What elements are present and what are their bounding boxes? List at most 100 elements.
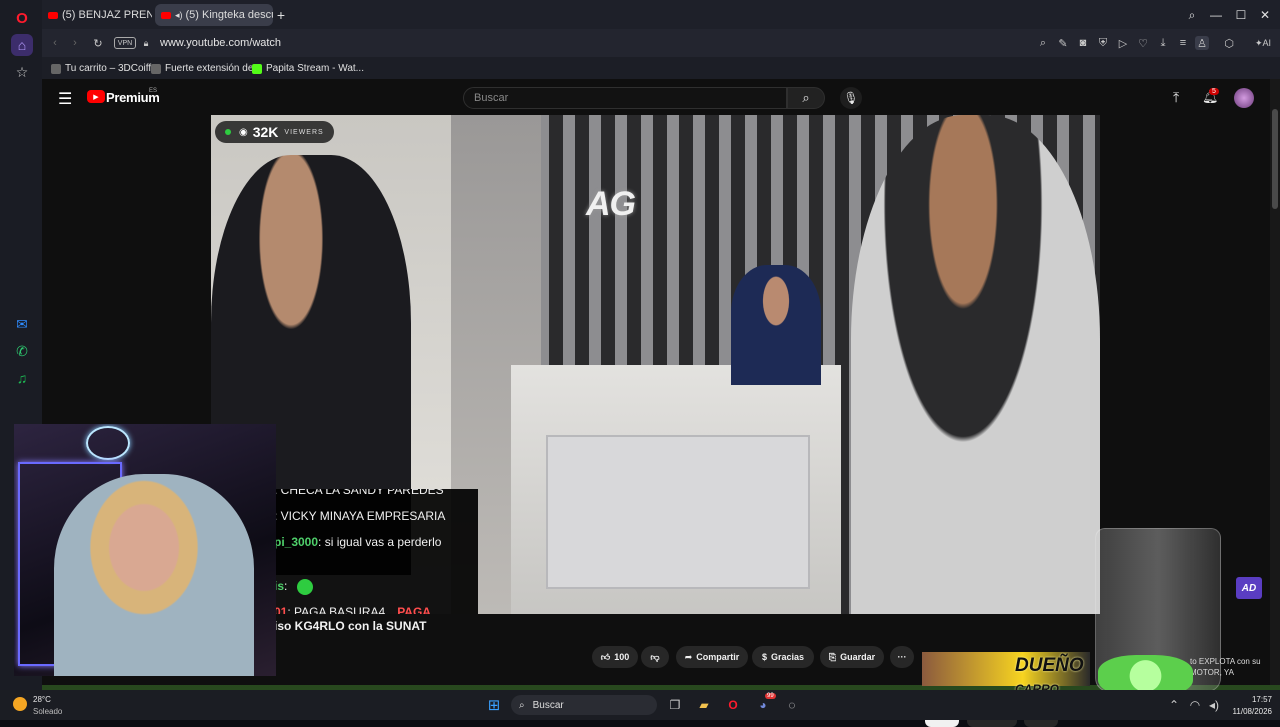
taskbar-search-label: Buscar [532, 699, 564, 711]
tab-search-icon[interactable]: ⌕ [1183, 6, 1201, 24]
profile-icon[interactable]: ♙ [1195, 36, 1209, 50]
tab-label: (5) Kingteka descubre [185, 9, 273, 21]
channel-watermark-badge[interactable]: AD [1236, 577, 1262, 599]
camera-icon[interactable]: ◙ [1076, 36, 1090, 50]
discord-icon[interactable]: ◕ [755, 697, 771, 713]
avatar[interactable] [1234, 88, 1254, 108]
ai-button[interactable]: ✦ AI [1250, 36, 1276, 50]
youtube-favicon-icon [161, 11, 171, 19]
menu-lines-icon[interactable]: ≡ [1176, 36, 1190, 50]
bookmark-carrito[interactable]: Tu carrito – 3DCoiff... [51, 61, 159, 76]
voice-search-button[interactable]: 🎙︎ [840, 87, 862, 109]
windows-taskbar: 28°C Soleado ⊞ ⌕ Buscar ❐ ▰ O ◕ 99 ◌ ⌃ ◠ … [0, 690, 1280, 720]
share-icon: ➦ [684, 651, 693, 662]
globe-emote-icon [297, 579, 314, 595]
bookmark-extension[interactable]: Fuerte extensión de... [151, 61, 262, 76]
chat-username: pi_3000 [274, 535, 319, 549]
app-icon[interactable]: ◌ [784, 697, 800, 713]
thumbnail-title-line: DUEÑO [1015, 655, 1084, 676]
upload-icon[interactable]: ⤒ [1173, 89, 1179, 106]
opera-taskbar-icon[interactable]: O [725, 697, 741, 713]
weather-temp[interactable]: 28°C [33, 695, 51, 704]
maximize-icon[interactable]: ☐ [1232, 6, 1250, 24]
spotify-icon[interactable]: ♫ [11, 367, 33, 389]
thumbs-up-icon: 👍︎ [600, 651, 611, 662]
minimize-icon[interactable]: — [1207, 6, 1225, 24]
neon-planet-sign [86, 426, 130, 460]
star-icon[interactable]: ☆ [11, 61, 33, 83]
play-icon[interactable]: ▷ [1116, 36, 1130, 50]
shield-icon[interactable]: ⛨ [1096, 36, 1110, 50]
lock-icon[interactable]: 🔒︎ [139, 36, 153, 50]
search-input[interactable]: Buscar [463, 87, 787, 109]
windows-start-icon[interactable]: ⊞ [486, 697, 502, 714]
vpn-badge[interactable]: VPN [114, 37, 136, 49]
page-scrollbar[interactable] [1270, 79, 1280, 685]
back-icon[interactable]: ‹ [48, 36, 62, 50]
tab-benjaz[interactable]: (5) BENJAZ PRENDE STREA [42, 4, 152, 26]
weather-desc[interactable]: Soleado [33, 707, 62, 716]
edit-icon[interactable]: ✎ [1056, 36, 1070, 50]
task-view-icon[interactable]: ❐ [667, 697, 683, 713]
forward-icon[interactable]: › [68, 36, 82, 50]
whatsapp-icon[interactable]: ✆ [11, 340, 33, 362]
region-label: ES [149, 88, 158, 94]
stream-caption: iso KG4RLO con la SUNAT [274, 619, 427, 633]
youtube-logo-icon[interactable]: ▶ [87, 90, 105, 103]
live-dot-icon [225, 129, 231, 135]
chat-username: 01 [274, 605, 288, 614]
download-icon[interactable]: ⤓ [1156, 36, 1170, 50]
clock-time[interactable]: 17:57 [1232, 695, 1272, 704]
chevron-up-icon[interactable]: ⌃ [1166, 697, 1182, 713]
file-explorer-icon[interactable]: ▰ [696, 697, 712, 713]
audio-playing-icon[interactable]: ◂) [175, 10, 183, 21]
new-tab-button[interactable]: + [272, 6, 290, 24]
wifi-icon[interactable]: ◠ [1187, 697, 1203, 713]
save-button[interactable]: ⎘ Guardar [820, 646, 884, 668]
messenger-icon[interactable]: ✉ [11, 313, 33, 335]
search-icon: ⌕ [519, 699, 525, 711]
taskbar-search[interactable]: ⌕ Buscar [511, 695, 657, 715]
bookmarks-bar: Tu carrito – 3DCoiff... Fuerte extensión… [42, 57, 1280, 79]
viewer-count: 32K [252, 124, 279, 140]
zoom-icon[interactable]: ⌕ [1036, 36, 1050, 50]
chat-text: : [284, 579, 288, 594]
tab-kingteka[interactable]: ◂) (5) Kingteka descubre [155, 4, 273, 26]
hamburger-menu-icon[interactable]: ☰ [58, 89, 72, 109]
bookmark-papita[interactable]: Papita Stream - Wat... [252, 61, 364, 76]
address-bar: ‹ › ↻ VPN 🔒︎ www.youtube.com/watch ⌕ ✎ ◙… [42, 29, 1280, 57]
chat-message: 01: PAGA BASURA4 PAGA [274, 605, 431, 614]
reload-icon[interactable]: ↻ [91, 36, 105, 50]
chat-message: : CHECA LA SANDY PAREDES [274, 489, 444, 497]
clock-date[interactable]: 11/08/2026 [1226, 707, 1272, 716]
share-label: Compartir [696, 652, 740, 662]
opera-logo-icon[interactable]: O [11, 7, 33, 29]
video-scene-sign: AG [586, 185, 636, 223]
weather-sun-icon[interactable] [13, 697, 27, 711]
home-icon[interactable]: ⌂ [11, 34, 33, 56]
kick-favicon-icon [252, 63, 262, 74]
eye-icon: ◉ [239, 126, 248, 138]
close-icon[interactable]: ✕ [1256, 6, 1274, 24]
bookmark-label: Papita Stream - Wat... [266, 63, 364, 74]
tab-label: (5) BENJAZ PRENDE STREA [62, 9, 152, 21]
extensions-icon[interactable]: ⬡ [1222, 36, 1236, 50]
thanks-button[interactable]: $ Gracias [752, 646, 814, 668]
scrollbar-thumb[interactable] [1272, 109, 1278, 209]
video-scene-person [851, 115, 1100, 614]
bookmark-icon: ⎘ [828, 651, 837, 662]
chat-message: : VICKY MINAYA EMPRESARIA [274, 509, 445, 523]
more-actions-button[interactable]: ··· [890, 646, 914, 668]
dislike-button[interactable]: 👎︎ [641, 646, 669, 668]
volume-icon[interactable]: ◂) [1206, 697, 1222, 713]
search-button[interactable]: ⌕ [787, 87, 825, 109]
thanks-icon: $ [761, 652, 767, 662]
heart-icon[interactable]: ♡ [1136, 36, 1150, 50]
share-button[interactable]: ➦ Compartir [676, 646, 748, 668]
url-field[interactable]: www.youtube.com/watch [160, 32, 1060, 54]
bookmark-favicon-icon [51, 63, 61, 74]
microphone-icon: 🎙︎ [843, 91, 859, 105]
like-button[interactable]: 👍︎ 100 [592, 646, 638, 668]
youtube-header: ☰ ▶ Premium ES Buscar ⌕ 🎙︎ ⤒ 🔔︎ 5 [42, 79, 1280, 117]
youtube-favicon-icon [48, 11, 58, 19]
